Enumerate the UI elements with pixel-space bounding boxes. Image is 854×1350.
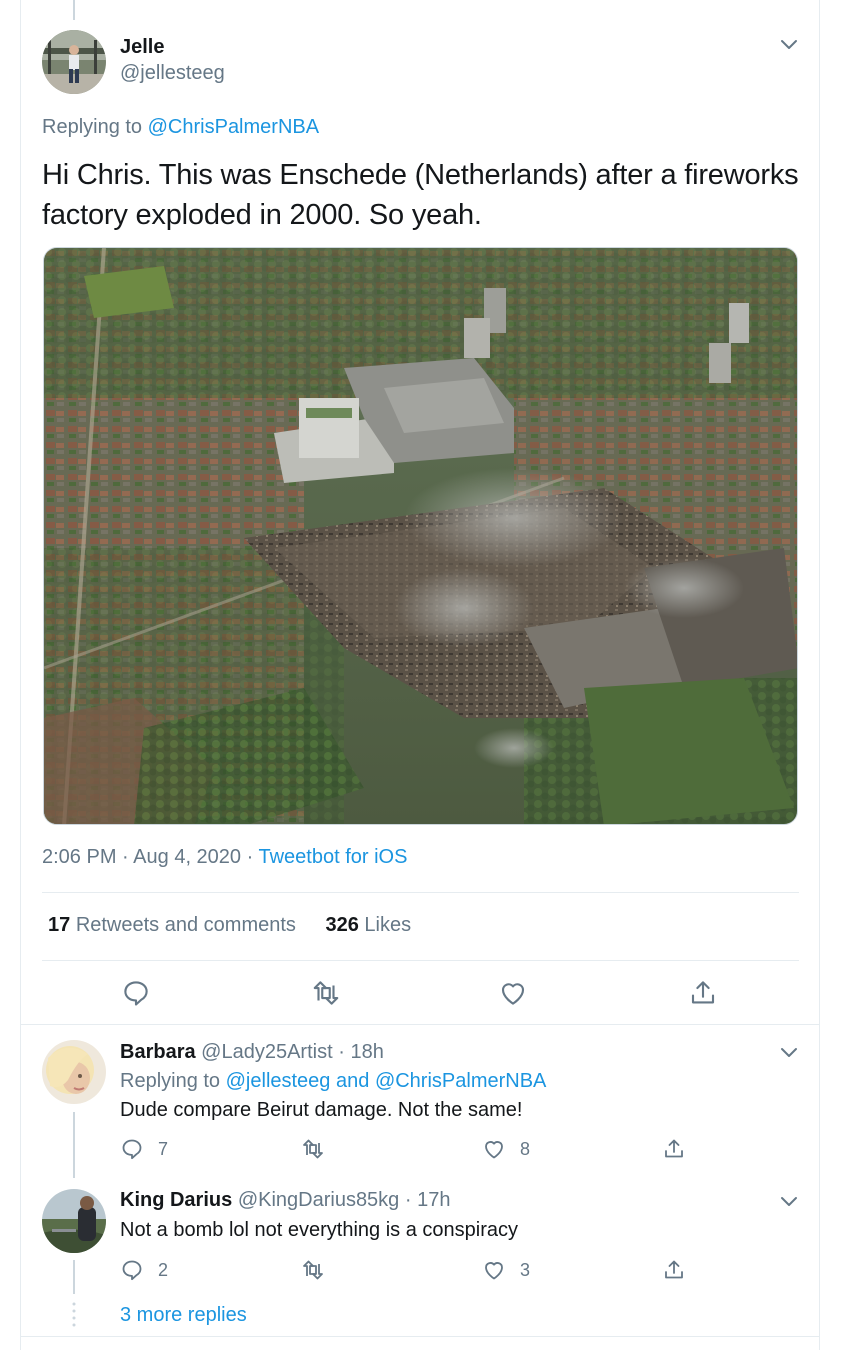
thread-connector-top (73, 0, 75, 20)
tweet-meta: 2:06 PM · Aug 4, 2020 · Tweetbot for iOS (42, 846, 407, 869)
retweet-icon (303, 1260, 323, 1280)
replying-to-prefix: Replying to (42, 116, 143, 138)
replying-to-and: and (336, 1070, 370, 1092)
chevron-down-icon[interactable] (777, 32, 801, 56)
reply-count: 7 (158, 1138, 169, 1159)
replying-to-line: Replying to @ChrisPalmerNBA (42, 116, 319, 139)
share-icon (665, 1260, 683, 1279)
reply-icon (122, 1260, 142, 1281)
likes-stat[interactable]: 326 Likes (325, 914, 411, 936)
likes-label: Likes (364, 914, 412, 936)
reply-replying-to: Replying to @jellesteeg and @ChrisPalmer… (120, 1070, 546, 1093)
retweet-icon[interactable] (311, 978, 341, 1008)
reply-header: Barbara @Lady25Artist · 18h (120, 1041, 384, 1064)
avatar-barbara[interactable] (42, 1040, 106, 1104)
share-icon[interactable] (688, 978, 718, 1008)
retweet-icon (303, 1139, 323, 1159)
reply-reply-button[interactable]: 2 (120, 1258, 168, 1282)
reply-text: Dude compare Beirut damage. Not the same… (120, 1099, 523, 1121)
reply-count: 2 (158, 1259, 169, 1280)
reply-header: King Darius @KingDarius85kg · 17h (120, 1189, 450, 1212)
divider-after-main (21, 1024, 819, 1025)
reply-time[interactable]: 18h (350, 1041, 383, 1063)
tweet-text: Hi Chris. This was Enschede (Netherlands… (42, 159, 799, 231)
tweet-stats: 17 Retweets and comments 326 Likes (48, 914, 411, 937)
like-count: 3 (520, 1259, 531, 1280)
like-icon (485, 1262, 503, 1280)
divider-stats (42, 960, 799, 961)
retweets-stat[interactable]: 17 Retweets and comments (48, 914, 296, 936)
reply-author-handle[interactable]: @Lady25Artist (201, 1041, 332, 1063)
replying-to-prefix: Replying to (120, 1070, 221, 1092)
reply-author-handle[interactable]: @KingDarius85kg (238, 1189, 400, 1211)
reply-text: Not a bomb lol not everything is a consp… (120, 1219, 518, 1241)
reply-separator: · (404, 1189, 412, 1211)
more-replies-link[interactable]: 3 more replies (120, 1304, 247, 1327)
replying-to-mention[interactable]: @ChrisPalmerNBA (148, 116, 319, 138)
tweet-date[interactable]: Aug 4, 2020 (133, 846, 241, 868)
tweet-photo[interactable] (43, 247, 798, 825)
chevron-down-icon[interactable] (777, 1040, 801, 1064)
reply-retweet-button[interactable] (301, 1258, 339, 1282)
like-icon (485, 1141, 503, 1159)
reply-like-button[interactable]: 3 (482, 1258, 530, 1282)
avatar-king-darius[interactable] (42, 1189, 106, 1253)
reply-author-name[interactable]: Barbara (120, 1041, 196, 1063)
replying-to-mention-1[interactable]: @jellesteeg (226, 1070, 331, 1092)
reply-icon[interactable] (121, 978, 151, 1008)
reply-share-button[interactable] (662, 1258, 700, 1282)
tweet-source[interactable]: Tweetbot for iOS (258, 846, 407, 868)
reply-retweet-button[interactable] (301, 1137, 339, 1161)
timeline-column: Jelle @jellesteeg Replying to @ChrisPalm… (20, 0, 820, 1350)
reply-like-button[interactable]: 8 (482, 1137, 530, 1161)
author-name[interactable]: Jelle (120, 36, 164, 59)
avatar-jelle[interactable] (42, 30, 106, 94)
replying-to-mention-2[interactable]: @ChrisPalmerNBA (375, 1070, 546, 1092)
share-icon (665, 1139, 683, 1158)
divider-bottom (21, 1336, 819, 1337)
reply-author-name[interactable]: King Darius (120, 1189, 232, 1211)
tweet-time[interactable]: 2:06 PM (42, 846, 116, 868)
like-icon[interactable] (498, 978, 528, 1008)
chevron-down-icon[interactable] (777, 1189, 801, 1213)
reply-time[interactable]: 17h (417, 1189, 450, 1211)
like-count: 8 (520, 1138, 531, 1159)
divider-meta (42, 892, 799, 893)
reply-separator: · (338, 1041, 345, 1063)
reply-reply-button[interactable]: 7 (120, 1137, 168, 1161)
thread-connector-more (73, 1260, 75, 1294)
thread-connector-reply (73, 1112, 75, 1178)
retweets-count: 17 (48, 914, 71, 936)
reply-share-button[interactable] (662, 1137, 700, 1161)
meta-separator-2: · (246, 846, 254, 868)
reply-icon (122, 1139, 142, 1160)
author-handle[interactable]: @jellesteeg (120, 62, 225, 85)
likes-count: 326 (325, 914, 359, 936)
retweets-label: Retweets and comments (75, 914, 296, 936)
meta-separator-1: · (122, 846, 129, 868)
thread-dots (72, 1302, 76, 1327)
